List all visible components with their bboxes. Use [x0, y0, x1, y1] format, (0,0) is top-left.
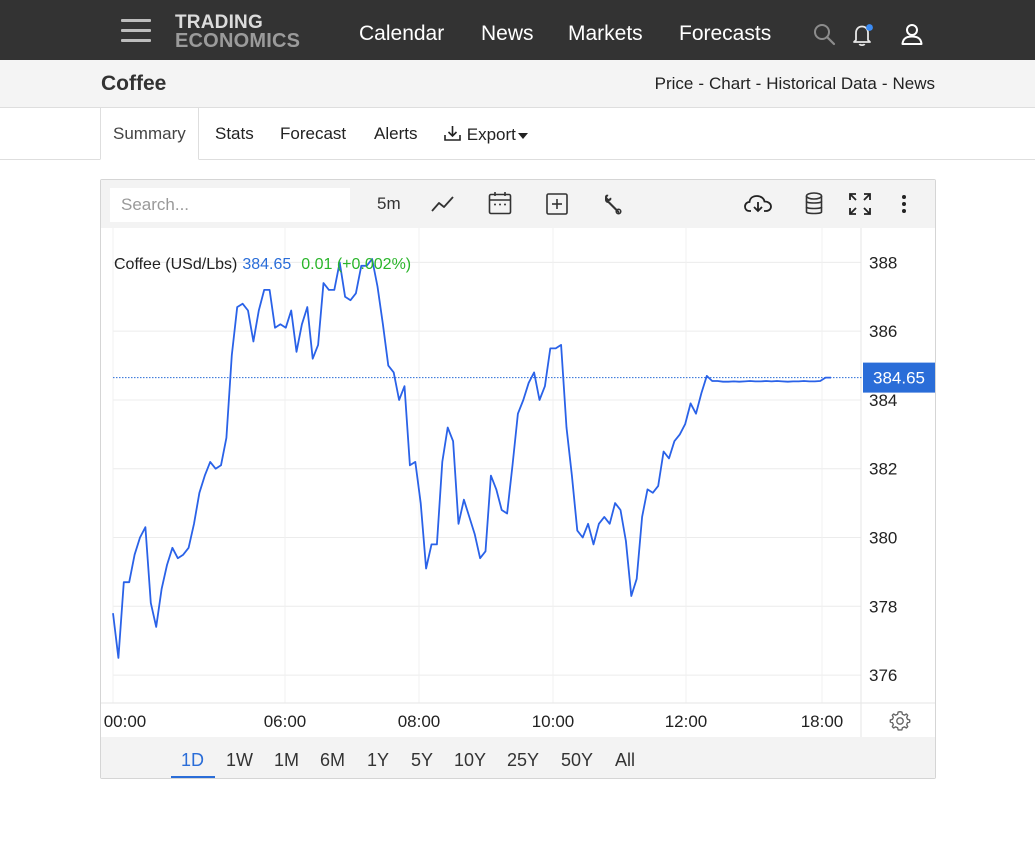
- y-axis-labels: 376 378 380 382 384 386 388: [869, 253, 897, 685]
- breadcrumb-price[interactable]: Price: [655, 74, 694, 93]
- x-tick-label: 12:00: [665, 712, 708, 731]
- logo-line2: ECONOMICS: [175, 30, 301, 52]
- chart-panel: 5m: [100, 179, 936, 779]
- range-1m[interactable]: 1M: [274, 750, 299, 771]
- active-range-indicator: [171, 776, 215, 778]
- wrench-icon[interactable]: [601, 192, 625, 216]
- menu-icon[interactable]: [121, 19, 151, 43]
- title-bar: Coffee Price - Chart - Historical Data - News: [0, 60, 1035, 108]
- tab-export[interactable]: Export: [443, 124, 528, 145]
- current-price-badge: 384.65: [863, 362, 935, 393]
- line-chart-icon[interactable]: [430, 192, 456, 216]
- range-1d[interactable]: 1D: [181, 750, 204, 771]
- search-icon[interactable]: [813, 23, 837, 47]
- compare-plus-icon[interactable]: [545, 192, 569, 216]
- x-tick-label: 10:00: [532, 712, 575, 731]
- x-tick-label: 06:00: [264, 712, 307, 731]
- chart-grid: [112, 228, 861, 703]
- range-1y[interactable]: 1Y: [367, 750, 389, 771]
- tab-export-label: Export: [466, 125, 516, 144]
- download-cloud-icon[interactable]: [743, 191, 773, 217]
- tab-alerts[interactable]: Alerts: [374, 124, 417, 144]
- y-tick-label: 386: [869, 322, 897, 341]
- search-input[interactable]: [110, 188, 350, 222]
- breadcrumb-news[interactable]: News: [892, 74, 935, 93]
- x-tick-label: 08:00: [398, 712, 441, 731]
- range-10y[interactable]: 10Y: [454, 750, 486, 771]
- user-icon[interactable]: [899, 22, 925, 48]
- y-tick-label: 378: [869, 597, 897, 616]
- y-tick-label: 388: [869, 253, 897, 272]
- breadcrumb-chart[interactable]: Chart: [709, 74, 751, 93]
- chart-legend: Coffee (USd/Lbs) 384.65 0.01 (+0.002%): [114, 256, 411, 273]
- chevron-down-icon: [517, 132, 528, 139]
- y-tick-label: 376: [869, 666, 897, 685]
- range-50y[interactable]: 50Y: [561, 750, 593, 771]
- breadcrumb-historical-data[interactable]: Historical Data: [766, 74, 877, 93]
- page-title: Coffee: [101, 72, 167, 95]
- tab-stats[interactable]: Stats: [215, 124, 254, 144]
- x-tick-label: 00:00: [104, 712, 147, 731]
- nav-link-news[interactable]: News: [481, 22, 534, 46]
- y-tick-label: 380: [869, 529, 897, 548]
- bell-icon[interactable]: [850, 22, 876, 48]
- download-icon: [444, 126, 461, 141]
- price-series-line[interactable]: [112, 258, 831, 659]
- tab-summary[interactable]: Summary: [100, 108, 199, 160]
- tab-bar: Summary Stats Forecast Alerts Export: [0, 108, 1035, 160]
- range-all[interactable]: All: [615, 750, 635, 771]
- current-price-badge-label: 384.65: [873, 369, 925, 388]
- notification-dot: [866, 24, 873, 31]
- range-6m[interactable]: 6M: [320, 750, 345, 771]
- time-range-bar: 1D 1W 1M 6M 1Y 5Y 10Y 25Y 50Y All: [101, 737, 935, 778]
- calendar-icon[interactable]: [487, 190, 513, 216]
- logo[interactable]: TRADING ECONOMICS: [175, 13, 301, 52]
- y-tick-label: 384: [869, 391, 897, 410]
- chart-toolbar: 5m: [101, 180, 935, 228]
- more-vertical-icon[interactable]: [898, 192, 910, 216]
- fullscreen-icon[interactable]: [848, 192, 872, 216]
- nav-link-calendar[interactable]: Calendar: [359, 22, 444, 46]
- legend-price: 384.65: [242, 256, 291, 273]
- nav-link-markets[interactable]: Markets: [568, 22, 643, 46]
- range-5y[interactable]: 5Y: [411, 750, 433, 771]
- range-25y[interactable]: 25Y: [507, 750, 539, 771]
- legend-change: 0.01 (+0.002%): [301, 256, 411, 273]
- range-1w[interactable]: 1W: [226, 750, 253, 771]
- top-navbar: TRADING ECONOMICS Calendar News Markets …: [0, 0, 1035, 60]
- settings-gear-icon[interactable]: [889, 710, 911, 732]
- tab-forecast[interactable]: Forecast: [280, 124, 346, 144]
- breadcrumb-separator: -: [755, 74, 762, 93]
- breadcrumb: Price - Chart - Historical Data - News: [655, 74, 935, 94]
- x-tick-label: 18:00: [801, 712, 844, 731]
- breadcrumb-separator: -: [881, 74, 888, 93]
- x-axis-labels: 00:00 06:00 08:00 10:00 12:00 18:00: [104, 712, 844, 731]
- nav-link-forecasts[interactable]: Forecasts: [679, 22, 771, 46]
- database-icon[interactable]: [803, 191, 825, 217]
- interval-selector[interactable]: 5m: [377, 194, 401, 214]
- y-tick-label: 382: [869, 460, 897, 479]
- legend-instrument: Coffee (USd/Lbs): [114, 256, 237, 273]
- price-chart[interactable]: 376 378 380 382 384 386 388 00:00 06:00 08:00 10:…: [101, 228, 935, 737]
- breadcrumb-separator: -: [698, 74, 705, 93]
